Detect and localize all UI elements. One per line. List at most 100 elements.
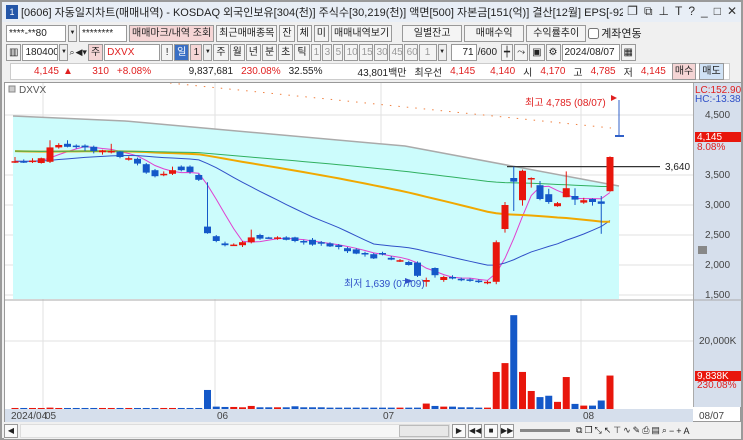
price-tick-label: 2,500 [705,230,730,241]
speaker-icon[interactable]: ◀▾ [76,47,87,58]
pin-icon[interactable]: ⊥ [659,4,669,19]
save-icon[interactable]: ▣ [529,43,545,61]
executed-button[interactable]: 체 [296,24,312,42]
draw-icon[interactable]: ✎ [633,425,641,436]
stock-code-input[interactable]: 180400 [22,43,59,61]
magnify-icon[interactable]: ⌕ [662,425,667,436]
balance-button[interactable]: 잔 [279,24,295,42]
copy-icon[interactable]: ⧉ [644,4,653,19]
period-5[interactable]: 5 [332,43,343,61]
volume-bar [221,406,229,409]
tab-week[interactable]: 주 [213,43,229,61]
unexecuted-button[interactable]: 미 [313,24,329,42]
volume-bar [107,407,115,409]
tab-year[interactable]: 년 [245,43,261,61]
maximize-icon[interactable]: □ [714,4,721,19]
text-icon[interactable]: T [675,4,682,19]
zoom-in-button[interactable]: + [676,426,681,436]
auto-scale-button[interactable]: A [684,426,690,436]
password-input[interactable]: ******** [79,24,127,42]
account-dropdown-icon[interactable]: ▼ [68,24,77,42]
zoom-slider[interactable] [520,429,570,432]
candle-type-icon[interactable]: ┿ [501,43,514,61]
calendar-icon[interactable]: ▦ [620,43,636,61]
account-link-label: 계좌연동 [601,28,642,40]
close-pane-icon[interactable] [698,246,707,254]
rewind-button[interactable]: ◀◀ [468,423,482,438]
candle [99,150,106,153]
recent-trades-button[interactable]: 최근매매종목 [216,24,278,42]
buy-button[interactable]: 매수 [671,63,697,80]
tab-tick[interactable]: 틱 [294,43,310,61]
candle [125,158,133,160]
layout-icon[interactable]: ⧉ [576,425,582,436]
period-input[interactable]: 1 [418,43,437,61]
trade-mark-query-button[interactable]: 매매마크/내역 조회 [129,24,215,42]
wave-icon[interactable]: ∿ [623,425,631,436]
indicator-icon[interactable]: ⤳ [514,43,529,61]
settings-gear-icon[interactable]: ⚙ [545,43,561,61]
date-input[interactable]: 2024/08/07 [561,43,620,61]
scroll-left-button[interactable]: ◀ [4,423,18,438]
hline-icon[interactable]: ⊤ [613,425,621,436]
sell-button[interactable]: 매도 [699,63,724,80]
day-dropdown-icon[interactable]: ▼ [203,43,213,61]
period-60[interactable]: 60 [403,43,418,61]
low-annotation: 최저 1,639 (07/09) [344,278,425,290]
return-trend-button[interactable]: 수익률추이 [526,24,587,42]
x-tick-label: 06 [217,411,229,422]
copy-chart-icon[interactable]: ❐ [584,425,592,436]
candle [291,237,299,241]
price-chart[interactable]: 4,500 3,500 3,000 2,500 2,000 1,500 20,000K 202… [4,82,742,423]
period-dropdown-icon[interactable]: ▼ [437,43,447,61]
save-chart-icon[interactable]: ▤ [651,425,660,436]
tab-month[interactable]: 월 [229,43,245,61]
daily-balance-button[interactable]: 일별잔고 [402,24,463,42]
stock-name-field[interactable]: DXVX [104,43,161,61]
tab-day[interactable]: 일 [174,43,190,61]
period-3[interactable]: 3 [321,43,332,61]
scroll-right-button[interactable]: ▶ [452,423,466,438]
period-10[interactable]: 10 [343,43,358,61]
minimize-icon[interactable]: _ [701,4,708,19]
stop-button[interactable]: ■ [484,423,498,438]
code-dropdown-icon[interactable]: ▼ [59,43,69,61]
bar-count-input[interactable]: 71 [450,43,477,61]
window-number: 1 [6,5,18,19]
period-1[interactable]: 1 [310,43,321,61]
horizontal-scrollbar[interactable] [20,423,450,438]
search-icon[interactable]: ⌕ [69,47,74,58]
scroll-thumb[interactable] [399,424,449,437]
tab-second[interactable]: 초 [278,43,294,61]
alert-button[interactable]: ! [161,43,174,61]
candle [300,241,308,243]
close-icon[interactable]: ✕ [727,4,737,19]
price-tick-label: 2,000 [705,260,730,271]
candle [256,235,264,239]
volume-bar [475,407,483,409]
panel-icon[interactable]: ▥ [6,43,22,61]
fast-forward-button[interactable]: ▶▶ [500,423,514,438]
crosshair-icon[interactable]: ⤡ [595,425,602,436]
restore-icon[interactable]: ❐ [627,4,638,19]
trendline-icon[interactable]: ↖ [604,425,612,436]
candle [326,243,334,247]
period-45[interactable]: 45 [388,43,403,61]
period-30[interactable]: 30 [373,43,388,61]
last-date-label: 08/07 [699,411,724,422]
account-input[interactable]: ****-**80 [6,24,66,42]
candle [352,249,360,254]
price-tick-label: 3,000 [705,200,730,211]
help-icon[interactable]: ? [688,4,695,19]
legend-toggle-icon[interactable] [8,85,16,93]
print-icon[interactable]: ⎙ [642,425,649,436]
trade-history-button[interactable]: 매매내역보기 [330,24,393,42]
tab-minute[interactable]: 분 [261,43,278,61]
volume-bar [571,403,579,409]
trade-profit-button[interactable]: 매매수익 [464,24,525,42]
chart-canvas[interactable]: 4,500 3,500 3,000 2,500 2,000 1,500 20,000K 202… [5,83,742,423]
zoom-out-button[interactable]: − [669,426,674,436]
day-count[interactable]: 1 [190,43,203,61]
account-link-checkbox[interactable] [588,27,600,39]
period-15[interactable]: 15 [358,43,373,61]
